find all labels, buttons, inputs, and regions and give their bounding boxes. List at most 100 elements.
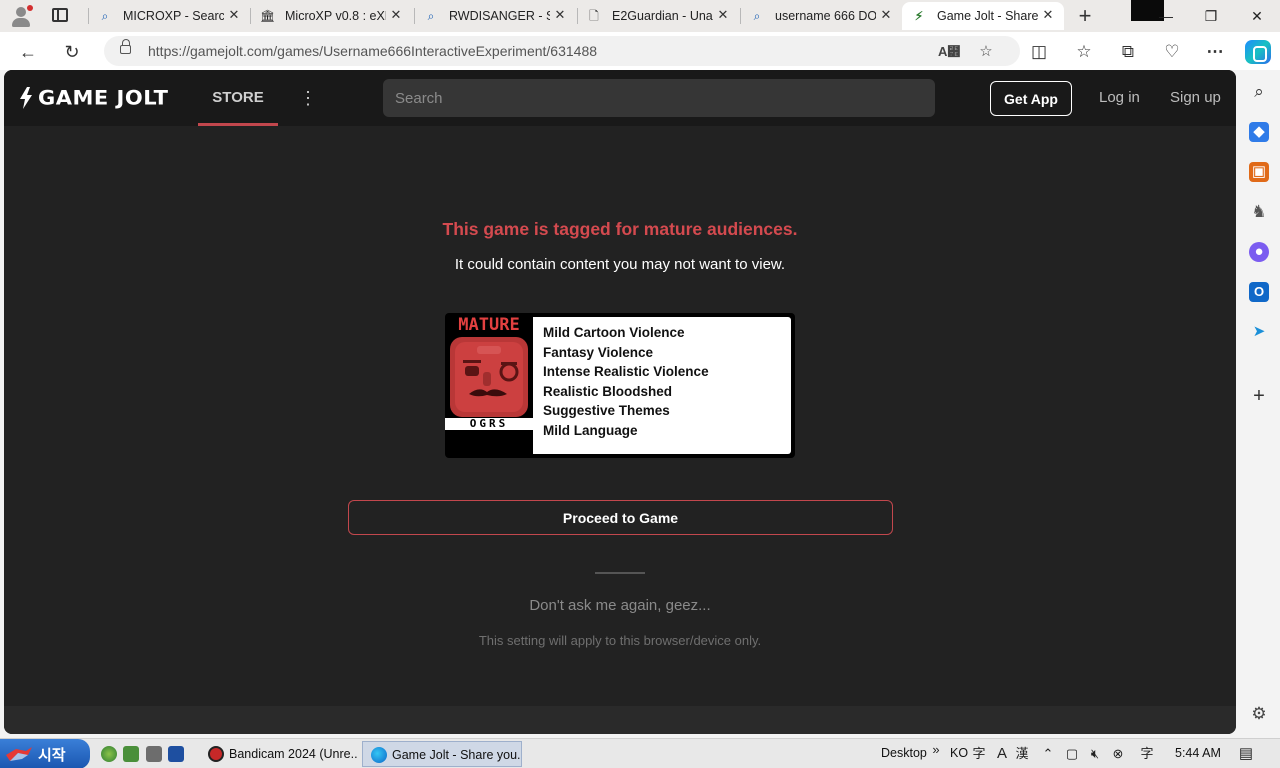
settings-gear-icon[interactable]: ⚙ — [1249, 704, 1269, 724]
chevron-right-icon[interactable]: » — [928, 742, 944, 758]
shopping-tag-icon[interactable]: ◆ — [1249, 122, 1269, 142]
tab-microxp-search[interactable]: ⌕ MICROXP - Search ✕ — [88, 2, 250, 30]
close-icon[interactable]: ✕ — [226, 7, 242, 23]
tab-username666-search[interactable]: ⌕ username 666 DOW ✕ — [740, 2, 902, 30]
favorites-icon[interactable]: ☆ — [1073, 41, 1095, 63]
get-app-button[interactable]: Get App — [990, 81, 1072, 116]
gamejolt-logo[interactable]: GAME JOLT — [18, 86, 168, 110]
more-menu-icon[interactable]: ⋯ — [1204, 41, 1226, 63]
back-button[interactable]: ← — [17, 41, 39, 63]
taskbar: 시작 Bandicam 2024 (Unre... Game Jolt - Sh… — [0, 738, 1280, 768]
window-close-button[interactable]: ✕ — [1247, 6, 1267, 26]
rating-org-label: OGRS — [445, 418, 533, 430]
close-circle-icon[interactable]: ⊗ — [1110, 746, 1126, 762]
page-footer — [4, 706, 1236, 734]
gamejolt-page: GAME JOLT STORE ⋮ Get App Log in Sign up… — [4, 70, 1236, 734]
close-icon[interactable]: ✕ — [878, 7, 894, 23]
minimize-button[interactable]: — — [1156, 6, 1176, 26]
active-tab-indicator — [198, 123, 278, 126]
descriptor-item: Suggestive Themes — [543, 403, 670, 418]
rating-level-label: MATURE — [458, 315, 520, 335]
nav-store-tab[interactable]: STORE — [198, 70, 278, 126]
favorite-star-icon[interactable]: ☆ — [976, 42, 996, 62]
new-tab-button[interactable]: + — [1074, 5, 1096, 27]
language-indicator[interactable]: KO — [950, 746, 968, 760]
collections-icon[interactable]: ⧉ — [1117, 41, 1139, 63]
site-search-input[interactable] — [383, 79, 935, 117]
split-screen-icon[interactable]: ◫ — [1028, 41, 1050, 63]
desktop-toolbar-label[interactable]: Desktop — [881, 746, 927, 760]
edge-sidebar: ⌕ ◆ ▣ ♞ ● O ➤ + ⚙ — [1238, 70, 1280, 734]
proceed-to-game-button[interactable]: Proceed to Game — [348, 500, 893, 535]
site-header: GAME JOLT STORE ⋮ Get App Log in Sign up — [4, 70, 1236, 126]
browser-essentials-icon[interactable]: ♡ — [1161, 41, 1183, 63]
rating-badge: MATURE OGRS — [445, 313, 533, 458]
quicklaunch-globe-icon[interactable] — [101, 746, 117, 762]
quicklaunch-window-icon[interactable] — [146, 746, 162, 762]
quicklaunch-cube-icon[interactable] — [168, 746, 184, 762]
clock-time[interactable]: 5:44 AM — [1175, 746, 1221, 760]
notifications-icon[interactable]: ▤ — [1238, 746, 1254, 762]
close-icon[interactable]: ✕ — [388, 7, 404, 23]
address-bar[interactable]: https://gamejolt.com/games/Username666In… — [104, 36, 1020, 66]
tab-e2guardian[interactable]: 🗋︎ E2Guardian - Unab ✕ — [577, 2, 739, 30]
close-icon[interactable]: ✕ — [1040, 7, 1056, 23]
ime-letter-a-icon[interactable]: A — [994, 746, 1010, 762]
mature-face-icon — [450, 337, 528, 417]
ime-hangul-icon[interactable]: 字 — [971, 746, 987, 762]
descriptor-item: Intense Realistic Violence — [543, 364, 709, 379]
bolt-icon — [20, 87, 32, 109]
descriptor-item: Fantasy Violence — [543, 344, 654, 360]
search-icon: ⌕ — [101, 9, 109, 23]
add-sidebar-app-icon[interactable]: + — [1249, 386, 1269, 406]
taskbar-item-bandicam[interactable]: Bandicam 2024 (Unre... — [200, 741, 358, 767]
search-icon: ⌕ — [753, 9, 761, 23]
ime-mode-icon[interactable]: 字 — [1139, 746, 1155, 762]
ime-hanja-icon[interactable]: 漢 — [1014, 746, 1030, 762]
archive-icon: 🏛︎ — [260, 9, 276, 23]
network-icon[interactable]: ▢ — [1064, 746, 1080, 762]
gamejolt-icon: ⚡︎ — [914, 9, 924, 23]
volume-muted-icon[interactable]: 🔇︎ — [1087, 746, 1103, 762]
search-icon[interactable]: ⌕ — [1249, 82, 1269, 102]
mature-warning-title: This game is tagged for mature audiences… — [442, 219, 798, 239]
descriptor-item: Realistic Bloodshed — [543, 383, 673, 399]
mature-warning-subtitle: It could contain content you may not wan… — [454, 256, 786, 273]
search-icon: ⌕ — [427, 9, 435, 23]
send-icon[interactable]: ➤ — [1249, 322, 1269, 342]
content-descriptor-list: Mild Cartoon Violence Fantasy Violence I… — [533, 317, 791, 454]
start-flag-icon — [6, 747, 32, 761]
refresh-button[interactable]: ↻ — [61, 41, 83, 63]
tab-actions-icon[interactable] — [52, 8, 68, 22]
games-chess-icon[interactable]: ♞ — [1249, 202, 1269, 222]
restore-button[interactable]: ❐ — [1201, 6, 1221, 26]
edge-icon — [371, 747, 387, 763]
close-icon[interactable]: ✕ — [552, 7, 568, 23]
read-aloud-icon[interactable]: A⹾ — [938, 42, 960, 62]
close-icon[interactable]: ✕ — [715, 7, 731, 23]
divider — [595, 572, 645, 574]
profile-icon[interactable] — [10, 5, 33, 27]
microsoft365-icon[interactable]: ● — [1249, 242, 1269, 262]
dont-ask-again-link[interactable]: Don't ask me again, geez... — [4, 597, 1236, 614]
quicklaunch-monitor-icon[interactable] — [123, 746, 139, 762]
outlook-icon[interactable]: O — [1249, 282, 1269, 302]
setting-note: This setting will apply to this browser/… — [478, 633, 762, 648]
copilot-icon[interactable] — [1245, 40, 1271, 64]
tab-microxp-archive[interactable]: 🏛︎ MicroXP v0.8 : eXPe ✕ — [250, 2, 412, 30]
more-vertical-icon[interactable]: ⋮ — [299, 88, 317, 108]
url-text[interactable]: https://gamejolt.com/games/Username666In… — [148, 43, 597, 59]
login-link[interactable]: Log in — [1099, 89, 1140, 106]
taskbar-item-gamejolt[interactable]: Game Jolt - Share you... — [362, 741, 522, 767]
tab-strip: ⌕ MICROXP - Search ✕ 🏛︎ MicroXP v0.8 : e… — [0, 0, 1280, 32]
tab-rwdisanger-search[interactable]: ⌕ RWDISANGER - Se ✕ — [414, 2, 576, 30]
signup-link[interactable]: Sign up — [1170, 89, 1221, 106]
descriptor-item: Mild Cartoon Violence — [543, 325, 685, 340]
tab-gamejolt[interactable]: ⚡︎ Game Jolt - Share ✕ — [902, 2, 1064, 30]
chevron-up-icon[interactable]: ⌃ — [1040, 746, 1056, 762]
record-icon — [208, 746, 224, 762]
content-rating-card: MATURE OGRS Mild Cartoon Violence Fantas… — [445, 313, 795, 458]
tools-icon[interactable]: ▣ — [1249, 162, 1269, 182]
lock-icon[interactable] — [120, 39, 131, 54]
start-button[interactable]: 시작 — [0, 739, 90, 768]
